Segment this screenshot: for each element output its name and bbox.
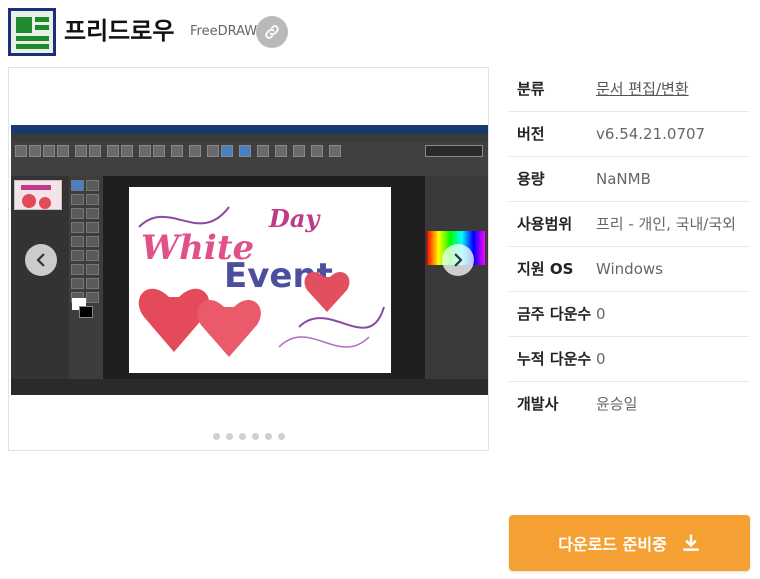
link-icon (265, 25, 279, 39)
info-label: 금주 다운수 (517, 305, 592, 323)
gallery-prev-button[interactable] (25, 244, 57, 276)
screenshot-gallery: White Day Event (8, 67, 489, 451)
info-row-weekly-downloads: 금주 다운수 0 (509, 292, 749, 337)
freedraw-app-icon (8, 8, 56, 56)
info-value: 윤승일 (596, 395, 638, 413)
gallery-dot[interactable] (277, 433, 285, 440)
download-button[interactable]: 다운로드 준비중 (509, 515, 750, 571)
screenshot-image: White Day Event (11, 125, 488, 395)
gallery-next-button[interactable] (442, 244, 474, 276)
info-label: 누적 다운수 (517, 350, 592, 368)
screenshot-canvas: White Day Event (129, 187, 391, 373)
info-row-version: 버전 v6.54.21.0707 (509, 112, 749, 157)
info-label: 지원 OS (517, 260, 574, 278)
gallery-dot[interactable] (238, 433, 246, 440)
info-row-developer: 개발사 윤승일 (509, 382, 749, 426)
page: 프리드로우 FreeDRAW White Day Event 분류 문서 편집/… (0, 0, 760, 579)
info-value: 프리 - 개인, 국내/국외 (596, 215, 736, 233)
gallery-dot[interactable] (251, 433, 259, 440)
download-button-label: 다운로드 준비중 (558, 535, 667, 554)
info-row-total-downloads: 누적 다운수 0 (509, 337, 749, 382)
chevron-right-icon (454, 253, 463, 267)
chevron-left-icon (36, 253, 45, 267)
gallery-dot[interactable] (212, 433, 220, 440)
app-title: 프리드로우 (64, 17, 175, 45)
info-row-size: 용량 NaNMB (509, 157, 749, 202)
info-label: 용량 (517, 170, 545, 188)
info-value: v6.54.21.0707 (596, 125, 706, 143)
info-row-os: 지원 OS Windows (509, 247, 749, 292)
download-icon (682, 534, 699, 551)
screenshot-text-day: Day (268, 204, 321, 233)
link-button[interactable] (256, 16, 288, 48)
info-label: 분류 (517, 80, 545, 98)
info-row-license: 사용범위 프리 - 개인, 국내/국외 (509, 202, 749, 247)
info-value: Windows (596, 260, 663, 278)
gallery-dot[interactable] (264, 433, 272, 440)
gallery-pagination (9, 433, 488, 440)
info-label: 버전 (517, 125, 545, 143)
gallery-dot[interactable] (225, 433, 233, 440)
info-value: 0 (596, 305, 606, 323)
app-english-name: FreeDRAW (190, 24, 258, 39)
info-value: 0 (596, 350, 606, 368)
info-label: 사용범위 (517, 215, 573, 233)
info-row-category: 분류 문서 편집/변환 (509, 67, 749, 112)
app-info-table: 분류 문서 편집/변환 버전 v6.54.21.0707 용량 NaNMB 사용… (509, 67, 749, 426)
category-link[interactable]: 문서 편집/변환 (596, 77, 749, 101)
info-value: NaNMB (596, 170, 651, 188)
info-label: 개발사 (517, 395, 559, 413)
